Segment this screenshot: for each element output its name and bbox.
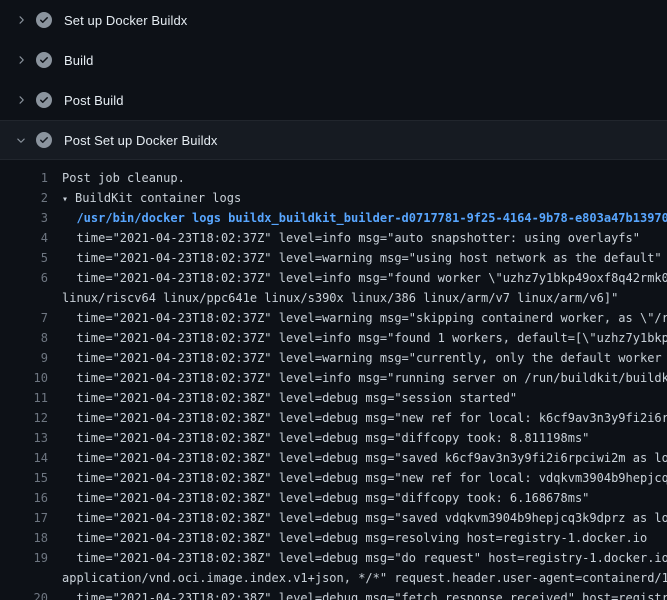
step-list: Set up Docker Buildx Build Post Build Post … (0, 0, 667, 160)
step-status-check-circle-icon (36, 12, 52, 28)
log-text: time="2021-04-23T18:02:37Z" level=info m… (62, 268, 667, 288)
log-line: linux/riscv64 linux/ppc641e linux/s390x … (0, 288, 667, 308)
log-text: time="2021-04-23T18:02:38Z" level=debug … (62, 428, 667, 448)
log-line: 19 time="2021-04-23T18:02:38Z" level=deb… (0, 548, 667, 568)
step-header[interactable]: Post Set up Docker Buildx (0, 120, 667, 160)
log-text: time="2021-04-23T18:02:37Z" level=warnin… (62, 248, 667, 268)
log-command-text: /usr/bin/docker logs buildx_buildkit_bui… (62, 208, 667, 228)
line-number (0, 288, 62, 308)
line-number[interactable]: 3 (0, 208, 62, 228)
line-number[interactable]: 16 (0, 488, 62, 508)
log-text: time="2021-04-23T18:02:37Z" level=info m… (62, 228, 667, 248)
line-number[interactable]: 18 (0, 528, 62, 548)
step-label: Set up Docker Buildx (64, 13, 187, 28)
log-text: time="2021-04-23T18:02:38Z" level=debug … (62, 488, 667, 508)
log-line: 15 time="2021-04-23T18:02:38Z" level=deb… (0, 468, 667, 488)
log-line: 14 time="2021-04-23T18:02:38Z" level=deb… (0, 448, 667, 468)
line-number[interactable]: 11 (0, 388, 62, 408)
log-text: linux/riscv64 linux/ppc641e linux/s390x … (62, 288, 667, 308)
step-status-check-circle-icon (36, 92, 52, 108)
step-status-check-circle-icon (36, 132, 52, 148)
log-line: 18 time="2021-04-23T18:02:38Z" level=deb… (0, 528, 667, 548)
step-label: Post Build (64, 93, 124, 108)
step-header[interactable]: Build (0, 40, 667, 80)
log-text: time="2021-04-23T18:02:38Z" level=debug … (62, 408, 667, 428)
log-line: 3 /usr/bin/docker logs buildx_buildkit_b… (0, 208, 667, 228)
step-header[interactable]: Post Build (0, 80, 667, 120)
log-text: time="2021-04-23T18:02:38Z" level=debug … (62, 468, 667, 488)
line-number[interactable]: 5 (0, 248, 62, 268)
log-text[interactable]: ▾ BuildKit container logs (62, 188, 667, 208)
line-number[interactable]: 13 (0, 428, 62, 448)
line-number[interactable]: 1 (0, 168, 62, 188)
log-line: 6 time="2021-04-23T18:02:37Z" level=info… (0, 268, 667, 288)
line-number[interactable]: 10 (0, 368, 62, 388)
log-text: application/vnd.oci.image.index.v1+json,… (62, 568, 667, 588)
log-line: 10 time="2021-04-23T18:02:37Z" level=inf… (0, 368, 667, 388)
line-number[interactable]: 12 (0, 408, 62, 428)
log-text: time="2021-04-23T18:02:38Z" level=debug … (62, 508, 667, 528)
log-line: application/vnd.oci.image.index.v1+json,… (0, 568, 667, 588)
line-number[interactable]: 2 (0, 188, 62, 208)
log-line: 2▾ BuildKit container logs (0, 188, 667, 208)
chevron-down-icon (12, 134, 30, 146)
chevron-right-icon (12, 94, 30, 106)
line-number[interactable]: 6 (0, 268, 62, 288)
step-label: Build (64, 53, 93, 68)
log-text: Post job cleanup. (62, 168, 667, 188)
step-label: Post Set up Docker Buildx (64, 133, 218, 148)
log-text: time="2021-04-23T18:02:38Z" level=debug … (62, 548, 667, 568)
log-line: 20 time="2021-04-23T18:02:38Z" level=deb… (0, 588, 667, 600)
line-number[interactable]: 20 (0, 588, 62, 600)
log-line: 11 time="2021-04-23T18:02:38Z" level=deb… (0, 388, 667, 408)
log-text: time="2021-04-23T18:02:37Z" level=info m… (62, 328, 667, 348)
line-number[interactable]: 14 (0, 448, 62, 468)
log-area: 1Post job cleanup.2▾ BuildKit container l… (0, 160, 667, 600)
log-text: time="2021-04-23T18:02:38Z" level=debug … (62, 588, 667, 600)
line-number (0, 568, 62, 588)
log-text: time="2021-04-23T18:02:38Z" level=debug … (62, 528, 667, 548)
log-line: 12 time="2021-04-23T18:02:38Z" level=deb… (0, 408, 667, 428)
group-toggle-triangle-icon[interactable]: ▾ (62, 194, 68, 205)
log-line: 1Post job cleanup. (0, 168, 667, 188)
log-line: 9 time="2021-04-23T18:02:37Z" level=warn… (0, 348, 667, 368)
group-label: BuildKit container logs (75, 191, 241, 205)
line-number[interactable]: 9 (0, 348, 62, 368)
log-text: time="2021-04-23T18:02:37Z" level=warnin… (62, 308, 667, 328)
log-line: 5 time="2021-04-23T18:02:37Z" level=warn… (0, 248, 667, 268)
log-text: time="2021-04-23T18:02:37Z" level=info m… (62, 368, 667, 388)
step-status-check-circle-icon (36, 52, 52, 68)
line-number[interactable]: 17 (0, 508, 62, 528)
log-text: time="2021-04-23T18:02:38Z" level=debug … (62, 388, 667, 408)
log-text: time="2021-04-23T18:02:38Z" level=debug … (62, 448, 667, 468)
log-text: time="2021-04-23T18:02:37Z" level=warnin… (62, 348, 667, 368)
log-line: 17 time="2021-04-23T18:02:38Z" level=deb… (0, 508, 667, 528)
line-number[interactable]: 7 (0, 308, 62, 328)
line-number[interactable]: 19 (0, 548, 62, 568)
log-line: 4 time="2021-04-23T18:02:37Z" level=info… (0, 228, 667, 248)
log-line: 7 time="2021-04-23T18:02:37Z" level=warn… (0, 308, 667, 328)
line-number[interactable]: 8 (0, 328, 62, 348)
line-number[interactable]: 4 (0, 228, 62, 248)
log-line: 16 time="2021-04-23T18:02:38Z" level=deb… (0, 488, 667, 508)
step-header[interactable]: Set up Docker Buildx (0, 0, 667, 40)
log-line: 8 time="2021-04-23T18:02:37Z" level=info… (0, 328, 667, 348)
chevron-right-icon (12, 14, 30, 26)
line-number[interactable]: 15 (0, 468, 62, 488)
chevron-right-icon (12, 54, 30, 66)
log-line: 13 time="2021-04-23T18:02:38Z" level=deb… (0, 428, 667, 448)
